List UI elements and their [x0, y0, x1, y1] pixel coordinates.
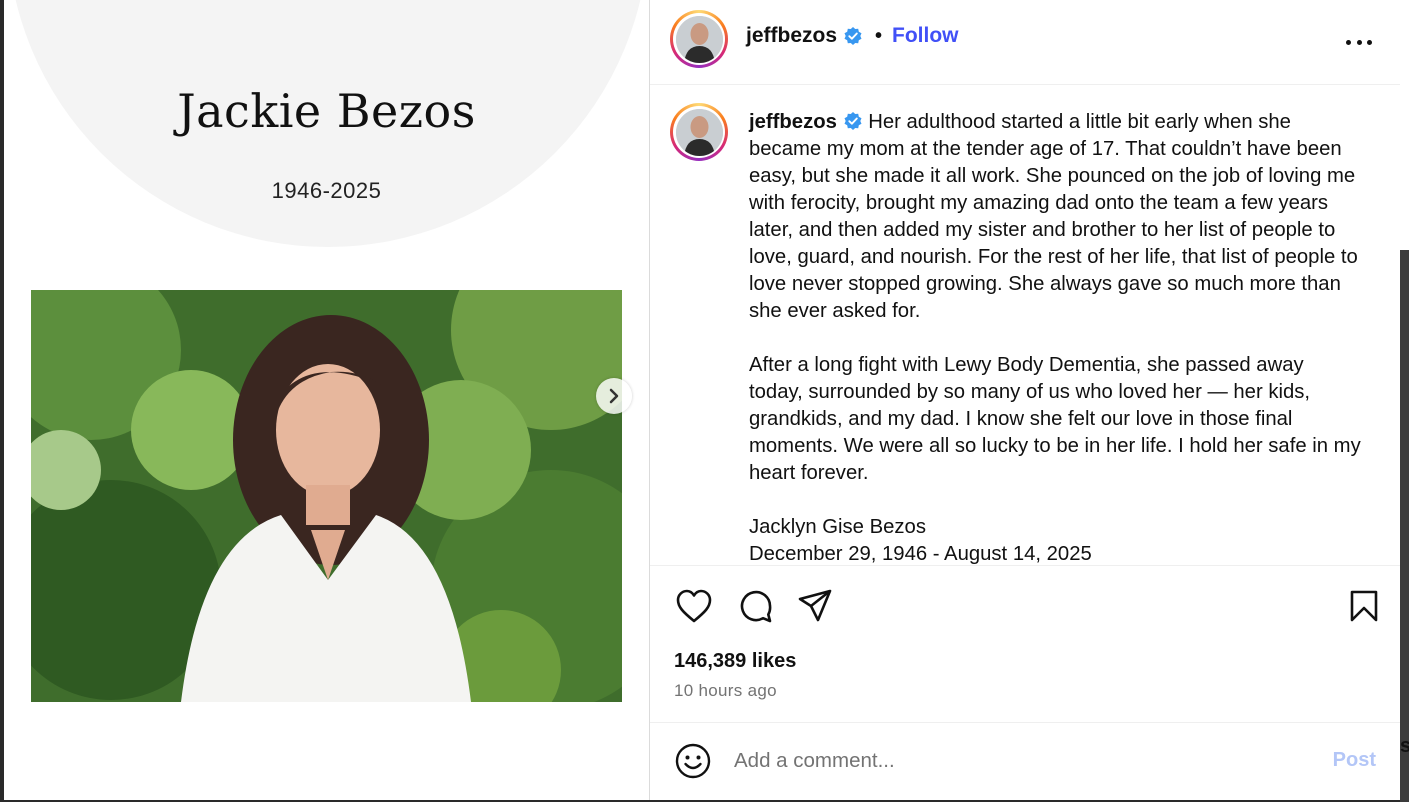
caption-text: jeffbezos Her adulthood started a little…	[749, 109, 1361, 565]
post-media: Jackie Bezos 1946-2025	[4, 0, 650, 800]
likes-count[interactable]: 146,389 likes	[674, 650, 796, 673]
comment-bar: Post	[650, 722, 1400, 800]
caption-paragraph-2: After a long fight with Lewy Body Dement…	[749, 354, 1361, 484]
header-user: jeffbezos • Follow	[746, 24, 959, 48]
verified-badge-icon	[844, 27, 862, 45]
caption-area[interactable]: jeffbezos Her adulthood started a little…	[650, 85, 1400, 565]
post-timestamp[interactable]: 10 hours ago	[674, 681, 777, 701]
memorial-photo	[31, 290, 622, 702]
avatar-image	[675, 15, 723, 63]
save-button[interactable]	[1344, 586, 1384, 626]
separator-dot: •	[875, 24, 883, 47]
like-button[interactable]	[674, 586, 714, 626]
next-slide-button[interactable]	[596, 378, 632, 414]
caption-username[interactable]: jeffbezos	[749, 111, 837, 133]
post-header: jeffbezos • Follow	[650, 0, 1400, 85]
post-dialog: Jackie Bezos 1946-2025 jeffbezos • Follo…	[4, 0, 1400, 800]
caption-sign-name: Jacklyn Gise Bezos	[749, 516, 926, 538]
follow-button[interactable]: Follow	[892, 24, 959, 48]
heart-icon	[676, 589, 712, 623]
author-username[interactable]: jeffbezos	[746, 24, 837, 48]
comment-button[interactable]	[736, 586, 776, 626]
caption-paragraph-1: Her adulthood started a little bit early…	[749, 111, 1358, 322]
post-actions: 146,389 likes 10 hours ago	[650, 565, 1400, 723]
caption-author-avatar[interactable]	[670, 103, 728, 161]
media-memorial-name: Jackie Bezos	[177, 84, 476, 138]
share-button[interactable]	[795, 586, 835, 626]
memorial-photo-image	[31, 290, 622, 702]
caption-sign-dates: December 29, 1946 - August 14, 2025	[749, 543, 1092, 565]
backdrop	[1400, 0, 1409, 802]
comment-input[interactable]	[734, 746, 1294, 776]
bookmark-icon	[1350, 590, 1378, 622]
post-side-panel: jeffbezos • Follow jeffbezos Her adultho…	[650, 0, 1400, 800]
chevron-right-icon	[609, 388, 619, 404]
share-icon	[798, 589, 832, 622]
background-text-fragment: s	[1400, 735, 1409, 757]
more-options-button[interactable]	[1346, 30, 1372, 54]
avatar-image	[675, 108, 723, 156]
more-options-icon	[1346, 39, 1351, 45]
verified-badge-icon	[844, 112, 862, 130]
emoji-icon[interactable]	[674, 742, 712, 780]
comment-icon	[740, 590, 772, 623]
media-memorial-years: 1946-2025	[271, 178, 382, 203]
author-avatar[interactable]	[670, 10, 728, 68]
post-comment-button[interactable]: Post	[1333, 749, 1376, 772]
